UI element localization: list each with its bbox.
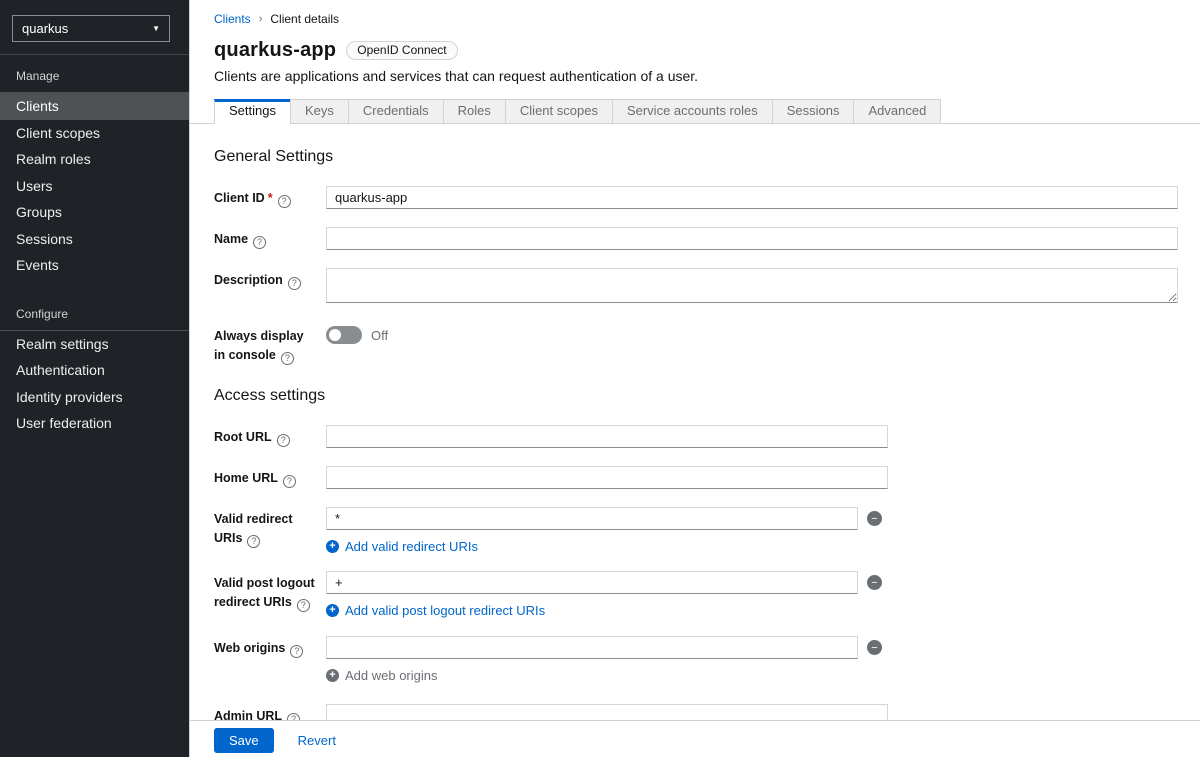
- minus-circle-icon: −: [871, 642, 877, 654]
- tab-settings[interactable]: Settings: [214, 99, 291, 124]
- name-row: Name?: [214, 227, 1178, 250]
- description-row: Description?: [214, 268, 1178, 308]
- post-logout-uri-input[interactable]: [326, 571, 858, 594]
- help-icon[interactable]: ?: [278, 195, 291, 208]
- tab-keys[interactable]: Keys: [290, 99, 349, 124]
- main-content: Clients › Client details quarkus-app Ope…: [190, 0, 1200, 757]
- home-url-label: Home URL?: [214, 466, 326, 489]
- admin-url-input[interactable]: [326, 704, 888, 720]
- remove-redirect-uri-button[interactable]: −: [867, 511, 882, 526]
- help-icon[interactable]: ?: [247, 535, 260, 548]
- client-id-row: Client ID*?: [214, 186, 1178, 209]
- breadcrumb-clients-link[interactable]: Clients: [214, 12, 251, 26]
- settings-form: General Settings Client ID*? Name?: [190, 124, 1200, 720]
- breadcrumb: Clients › Client details: [214, 12, 1178, 26]
- realm-name: quarkus: [22, 21, 68, 36]
- save-button[interactable]: Save: [214, 728, 274, 753]
- plus-circle-icon: +: [326, 540, 339, 553]
- valid-redirect-uris-row: Valid redirect URIs? − + Add valid redir…: [214, 507, 1178, 554]
- web-origins-input[interactable]: [326, 636, 858, 659]
- web-origins-label: Web origins?: [214, 636, 326, 683]
- remove-post-logout-uri-button[interactable]: −: [867, 575, 882, 590]
- general-settings-heading: General Settings: [214, 148, 1178, 166]
- tab-advanced[interactable]: Advanced: [853, 99, 941, 124]
- description-textarea[interactable]: [326, 268, 1178, 303]
- always-display-toggle[interactable]: [326, 326, 362, 344]
- home-url-input[interactable]: [326, 466, 888, 489]
- page-title: quarkus-app: [214, 39, 336, 62]
- page-header: Clients › Client details quarkus-app Ope…: [190, 0, 1200, 84]
- post-logout-uris-row: Valid post logout redirect URIs? − + Add…: [214, 571, 1178, 618]
- page-description: Clients are applications and services th…: [214, 68, 1178, 84]
- add-valid-redirect-uris-button[interactable]: + Add valid redirect URIs: [326, 539, 478, 554]
- help-icon[interactable]: ?: [287, 713, 300, 720]
- toggle-state-label: Off: [371, 328, 388, 343]
- sidebar-item-client-scopes[interactable]: Client scopes: [0, 120, 189, 147]
- admin-url-label: Admin URL?: [214, 704, 326, 720]
- sidebar-item-realm-roles[interactable]: Realm roles: [0, 146, 189, 173]
- sidebar-item-users[interactable]: Users: [0, 173, 189, 200]
- realm-selector-dropdown[interactable]: quarkus ▼: [12, 15, 170, 42]
- sidebar-item-user-federation[interactable]: User federation: [0, 410, 189, 437]
- breadcrumb-current: Client details: [270, 12, 339, 26]
- help-icon[interactable]: ?: [288, 277, 301, 290]
- root-url-row: Root URL?: [214, 425, 1178, 448]
- access-settings-heading: Access settings: [214, 387, 1178, 405]
- remove-web-origin-button[interactable]: −: [867, 640, 882, 655]
- always-display-label: Always display in console?: [214, 324, 326, 365]
- plus-circle-icon: +: [326, 604, 339, 617]
- client-id-input[interactable]: [326, 186, 1178, 209]
- nav-group-configure: Configure: [0, 293, 189, 331]
- sidebar-item-clients[interactable]: Clients: [0, 93, 189, 120]
- form-actions-footer: Save Revert: [190, 720, 1200, 757]
- help-icon[interactable]: ?: [277, 434, 290, 447]
- sidebar-item-sessions[interactable]: Sessions: [0, 226, 189, 253]
- minus-circle-icon: −: [871, 513, 877, 525]
- help-icon[interactable]: ?: [281, 352, 294, 365]
- sidebar-item-identity-providers[interactable]: Identity providers: [0, 384, 189, 411]
- help-icon[interactable]: ?: [290, 645, 303, 658]
- valid-redirect-uri-input[interactable]: [326, 507, 858, 530]
- tab-client-scopes[interactable]: Client scopes: [505, 99, 613, 124]
- name-label: Name?: [214, 227, 326, 250]
- add-post-logout-uris-button[interactable]: + Add valid post logout redirect URIs: [326, 603, 545, 618]
- always-display-row: Always display in console? Off: [214, 324, 1178, 365]
- caret-down-icon: ▼: [152, 24, 160, 33]
- post-logout-uris-label: Valid post logout redirect URIs?: [214, 571, 326, 618]
- tab-service-accounts-roles[interactable]: Service accounts roles: [612, 99, 773, 124]
- sidebar-item-events[interactable]: Events: [0, 252, 189, 279]
- plus-circle-icon: +: [326, 669, 339, 682]
- realm-selector-area: quarkus ▼: [0, 0, 189, 55]
- nav-spacer: [0, 279, 189, 293]
- required-marker: *: [268, 191, 273, 205]
- protocol-badge: OpenID Connect: [346, 41, 457, 60]
- sidebar-item-groups[interactable]: Groups: [0, 199, 189, 226]
- name-input[interactable]: [326, 227, 1178, 250]
- sidebar-item-authentication[interactable]: Authentication: [0, 357, 189, 384]
- valid-redirect-uris-label: Valid redirect URIs?: [214, 507, 326, 554]
- tab-credentials[interactable]: Credentials: [348, 99, 444, 124]
- nav-group-manage: Manage: [0, 55, 189, 93]
- web-origins-row: Web origins? − + Add web origins: [214, 636, 1178, 683]
- add-web-origins-button[interactable]: + Add web origins: [326, 668, 438, 683]
- root-url-label: Root URL?: [214, 425, 326, 448]
- app-window: quarkus ▼ Manage Clients Client scopes R…: [0, 0, 1200, 757]
- client-id-label: Client ID*?: [214, 186, 326, 209]
- sidebar: quarkus ▼ Manage Clients Client scopes R…: [0, 0, 190, 757]
- toggle-knob: [329, 329, 341, 341]
- help-icon[interactable]: ?: [253, 236, 266, 249]
- tab-roles[interactable]: Roles: [443, 99, 506, 124]
- tabs-bar: Settings Keys Credentials Roles Client s…: [190, 99, 1200, 124]
- sidebar-item-realm-settings[interactable]: Realm settings: [0, 331, 189, 358]
- help-icon[interactable]: ?: [297, 599, 310, 612]
- revert-button[interactable]: Revert: [298, 733, 336, 748]
- root-url-input[interactable]: [326, 425, 888, 448]
- admin-url-row: Admin URL?: [214, 704, 1178, 720]
- tab-sessions[interactable]: Sessions: [772, 99, 855, 124]
- help-icon[interactable]: ?: [283, 475, 296, 488]
- breadcrumb-separator-icon: ›: [259, 13, 263, 25]
- home-url-row: Home URL?: [214, 466, 1178, 489]
- minus-circle-icon: −: [871, 577, 877, 589]
- description-label: Description?: [214, 268, 326, 308]
